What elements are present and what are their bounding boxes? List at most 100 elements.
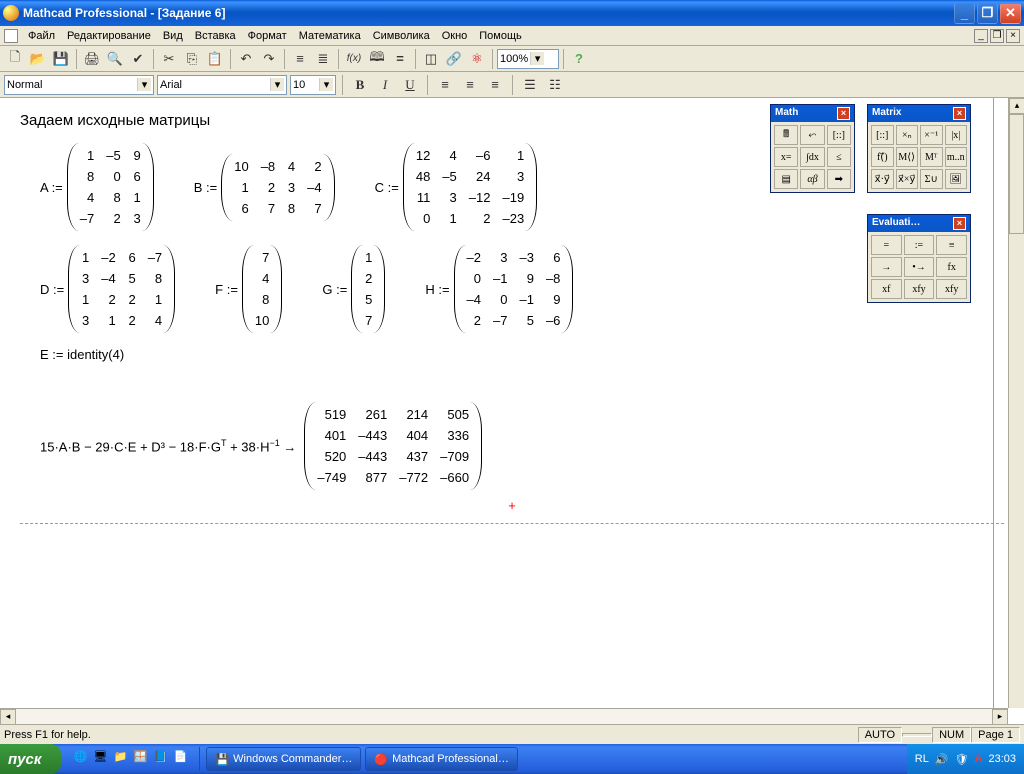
cut-button[interactable]: ✂ <box>158 48 180 70</box>
start-button[interactable]: пуск <box>0 744 61 774</box>
global-define-icon[interactable]: ≡ <box>936 235 967 255</box>
maximize-button[interactable]: ❐ <box>977 3 998 24</box>
redo-button[interactable]: ↷ <box>258 48 280 70</box>
matrix-H[interactable]: H := –23–360–19–8–40–192–75–6 <box>425 245 573 333</box>
tray-clock[interactable]: 23:03 <box>988 753 1016 765</box>
minimize-button[interactable]: _ <box>954 3 975 24</box>
ql-app1-icon[interactable]: 📁 <box>113 750 131 768</box>
horizontal-scrollbar[interactable]: ◂ ▸ <box>0 708 1008 724</box>
spellcheck-button[interactable]: ✔ <box>127 48 149 70</box>
inverse-icon[interactable]: ×⁻¹ <box>920 125 943 145</box>
save-button[interactable]: 💾 <box>50 48 72 70</box>
ql-app2-icon[interactable]: 🪟 <box>133 750 151 768</box>
italic-button[interactable]: I <box>374 74 396 96</box>
math-palette[interactable]: Math× 🖩 ⬿ [::] x= ∫dx ≤ ▤ αβ ➡ <box>770 104 855 193</box>
lang-indicator[interactable]: RL <box>915 753 929 765</box>
column-icon[interactable]: M⟨⟩ <box>896 147 919 167</box>
math-palette-close[interactable]: × <box>837 107 850 120</box>
sum-icon[interactable]: Σ∪ <box>920 169 943 189</box>
ql-app4-icon[interactable]: 📄 <box>173 750 191 768</box>
align-right-button[interactable]: ≡ <box>484 74 506 96</box>
document-icon[interactable] <box>4 29 18 43</box>
open-button[interactable]: 📂 <box>27 48 49 70</box>
size-combo[interactable]: 10▾ <box>290 75 336 95</box>
bold-button[interactable]: B <box>349 74 371 96</box>
scroll-up-button[interactable]: ▴ <box>1009 98 1024 114</box>
matrix-F[interactable]: F := 74810 <box>215 245 282 333</box>
treefix-icon[interactable]: xfy <box>936 279 967 299</box>
symbolic-icon[interactable]: ➡ <box>827 169 851 189</box>
define-icon[interactable]: := <box>904 235 935 255</box>
ql-desktop-icon[interactable]: 🖥 <box>93 750 111 768</box>
matrix-G[interactable]: G := 1257 <box>322 245 385 333</box>
picture-icon[interactable]: 🖼 <box>945 169 968 189</box>
matrix-E[interactable]: E := identity(4) <box>40 347 124 362</box>
matrix-A[interactable]: A := 1–59806481–723 <box>40 143 154 231</box>
symbolic-eval-icon[interactable]: → <box>871 257 902 277</box>
preview-button[interactable]: 🔍 <box>104 48 126 70</box>
determinant-icon[interactable]: |x| <box>945 125 968 145</box>
matrix-B[interactable]: B := 10–842123–46787 <box>194 154 335 221</box>
taskbar-button-2[interactable]: 🔴 Mathcad Professional… <box>365 747 517 771</box>
vectorize-icon[interactable]: f(⃗) <box>871 147 894 167</box>
print-button[interactable]: 🖨 <box>81 48 103 70</box>
matrix-D[interactable]: D := 1–26–73–45812213124 <box>40 245 175 333</box>
undo-button[interactable]: ↶ <box>235 48 257 70</box>
eval-palette-close[interactable]: × <box>953 217 966 230</box>
system-tray[interactable]: RL 🔊 🛡 A 23:03 <box>907 744 1024 774</box>
style-combo[interactable]: Normal▾ <box>4 75 154 95</box>
close-button[interactable]: ✕ <box>1000 3 1021 24</box>
tray-icon-3[interactable]: A <box>975 753 983 765</box>
prefix-icon[interactable]: fx <box>936 257 967 277</box>
transpose-icon[interactable]: Mᵀ <box>920 147 943 167</box>
ql-app3-icon[interactable]: 📘 <box>153 750 171 768</box>
mdi-restore[interactable]: ❐ <box>990 29 1004 43</box>
resource-button[interactable]: ⚛ <box>466 48 488 70</box>
heading-text[interactable]: Задаем исходные матрицы <box>20 112 1004 129</box>
menu-view[interactable]: Вид <box>157 28 189 44</box>
taskbar-button-1[interactable]: 💾 Windows Commander… <box>206 747 361 771</box>
matrix-palette-close[interactable]: × <box>953 107 966 120</box>
matrix-C[interactable]: C := 124–6148–5243113–12–19012–23 <box>375 143 538 231</box>
tray-icon-2[interactable]: 🛡 <box>955 753 969 766</box>
menu-edit[interactable]: Редактирование <box>61 28 157 44</box>
insert-matrix-icon[interactable]: [::] <box>871 125 894 145</box>
scroll-thumb[interactable] <box>1009 114 1024 234</box>
range-icon[interactable]: m..n <box>945 147 968 167</box>
bullets-button[interactable]: ☰ <box>519 74 541 96</box>
vertical-scrollbar[interactable]: ▴ <box>1008 98 1024 708</box>
numbering-button[interactable]: ☷ <box>544 74 566 96</box>
font-combo[interactable]: Arial▾ <box>157 75 287 95</box>
boolean-icon[interactable]: ≤ <box>827 147 851 167</box>
menu-insert[interactable]: Вставка <box>189 28 242 44</box>
calc-button[interactable]: = <box>389 48 411 70</box>
menu-help[interactable]: Помощь <box>473 28 528 44</box>
zoom-combo[interactable]: 100%▾ <box>497 49 559 69</box>
infix-icon[interactable]: xfy <box>904 279 935 299</box>
symbolic-keyword-icon[interactable]: •→ <box>904 257 935 277</box>
result-expression[interactable]: 15·A·B − 29·C·E + D³ − 18·F·GT + 38·H−1 … <box>40 402 1004 490</box>
dot-product-icon[interactable]: x⃗·y⃗ <box>871 169 894 189</box>
greek-icon[interactable]: αβ <box>800 169 824 189</box>
programming-icon[interactable]: ▤ <box>774 169 798 189</box>
equals-icon[interactable]: = <box>871 235 902 255</box>
help-button[interactable]: ? <box>568 48 590 70</box>
hyperlink-button[interactable]: 🔗 <box>443 48 465 70</box>
copy-button[interactable]: ⎘ <box>181 48 203 70</box>
subscript-icon[interactable]: ×ₙ <box>896 125 919 145</box>
menu-math[interactable]: Математика <box>293 28 367 44</box>
matrix-icon[interactable]: [::] <box>827 125 851 145</box>
align-center-button[interactable]: ≡ <box>459 74 481 96</box>
workspace[interactable]: Задаем исходные матрицы A := 1–59806481–… <box>0 98 1024 724</box>
scroll-right-button[interactable]: ▸ <box>992 709 1008 724</box>
menu-format[interactable]: Формат <box>242 28 293 44</box>
calculator-icon[interactable]: 🖩 <box>774 125 798 145</box>
menu-window[interactable]: Окно <box>436 28 474 44</box>
tray-icon-1[interactable]: 🔊 <box>935 753 949 766</box>
menu-symbolics[interactable]: Символика <box>367 28 436 44</box>
postfix-icon[interactable]: xf <box>871 279 902 299</box>
scroll-left-button[interactable]: ◂ <box>0 709 16 724</box>
underline-button[interactable]: U <box>399 74 421 96</box>
component-button[interactable]: ◫ <box>420 48 442 70</box>
matrix-palette[interactable]: Matrix× [::] ×ₙ ×⁻¹ |x| f(⃗) M⟨⟩ Mᵀ m..n… <box>867 104 971 193</box>
